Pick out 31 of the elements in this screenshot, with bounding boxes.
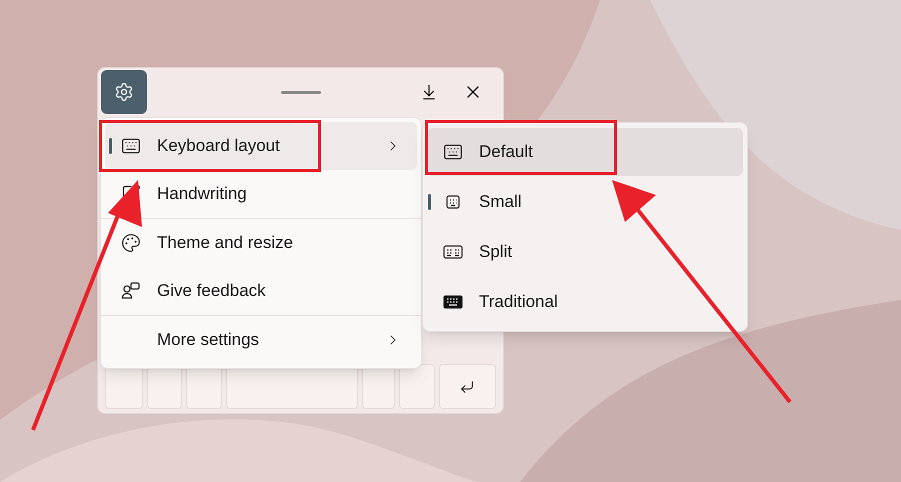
enter-key[interactable] [438, 364, 496, 409]
menu-item[interactable]: Give feedback [105, 267, 417, 315]
option-label: Split [479, 241, 512, 264]
drag-handle[interactable] [281, 90, 321, 94]
keyboard-icon [445, 194, 461, 210]
layout-option[interactable]: Split [427, 228, 743, 276]
menu-item[interactable]: More settings [105, 316, 417, 364]
keyboard-icon [443, 295, 463, 309]
dock-icon [420, 83, 438, 101]
layout-option[interactable]: Small [427, 178, 743, 226]
menu-label: More settings [157, 329, 260, 352]
settings-button[interactable] [101, 70, 147, 114]
menu-label: Give feedback [157, 280, 266, 302]
keyboard-icon [443, 142, 463, 162]
layout-option[interactable]: Default [427, 128, 743, 176]
enter-icon [459, 378, 476, 394]
keyboard-key[interactable] [399, 364, 435, 409]
menu-label: Handwriting [157, 183, 247, 206]
option-label: Small [479, 191, 522, 214]
keyboard-icon [443, 244, 463, 260]
menu-item[interactable]: Keyboard layout [105, 122, 417, 170]
menu-label: Theme and resize [157, 232, 294, 254]
keyboard-icon [121, 136, 141, 156]
palette-icon [121, 233, 141, 253]
menu-item[interactable]: Theme and resize [105, 219, 417, 267]
layout-option[interactable]: Traditional [427, 278, 743, 326]
menu-label: Keyboard layout [157, 135, 280, 158]
feedback-icon [121, 281, 141, 301]
option-label: Default [479, 141, 533, 164]
option-label: Traditional [479, 291, 558, 314]
gear-icon [114, 82, 134, 102]
